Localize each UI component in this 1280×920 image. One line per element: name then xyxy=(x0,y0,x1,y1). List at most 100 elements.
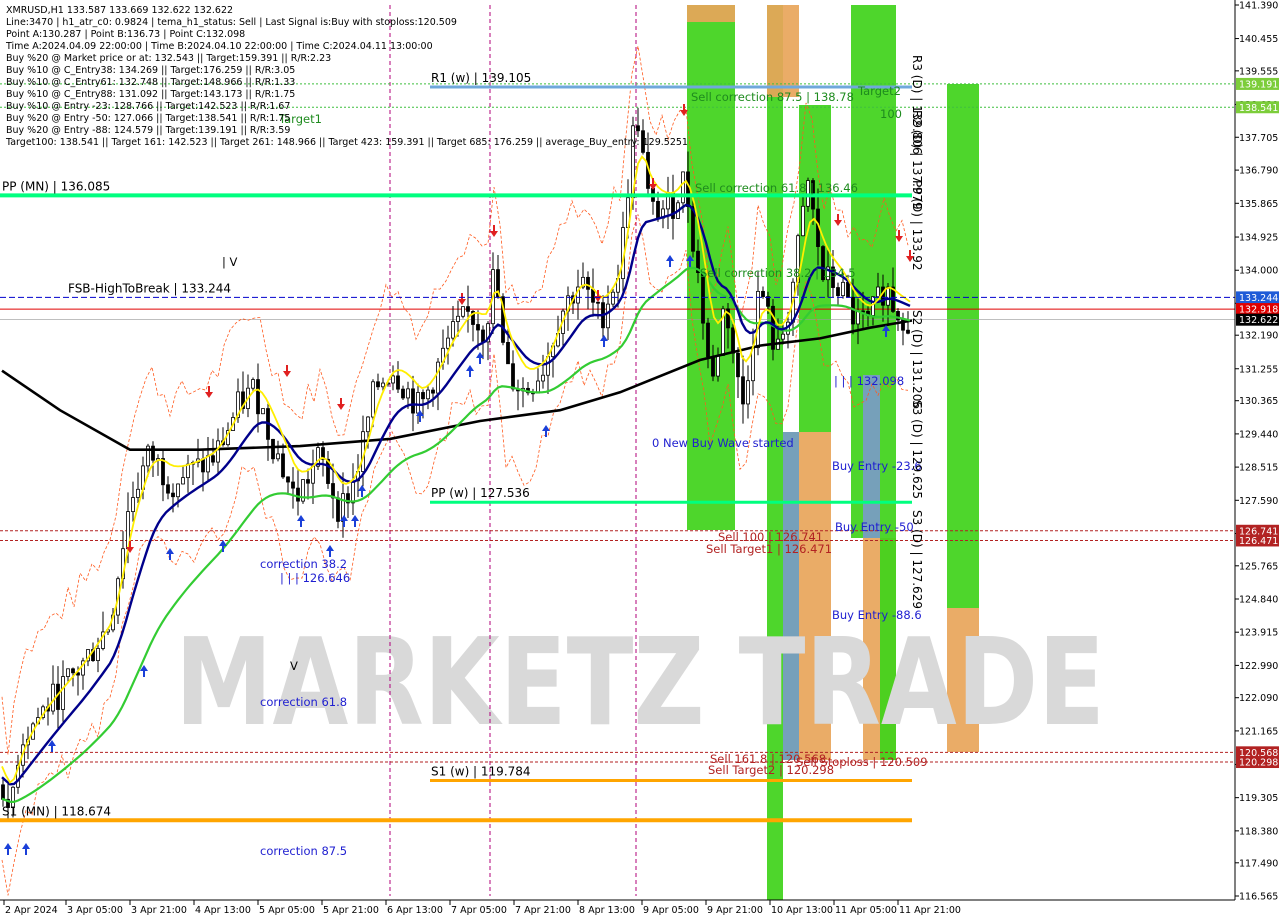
candle-body-56 xyxy=(281,453,285,478)
x-tick-label-8: 7 Apr 21:00 xyxy=(515,905,571,916)
level-label-2: FSB-HighToBreak | 133.244 xyxy=(68,281,231,295)
level-label-5: S1 (MN) | 118.674 xyxy=(2,804,111,818)
x-tick-label-3: 4 Apr 13:00 xyxy=(195,905,251,916)
candle-body-146 xyxy=(731,327,735,354)
candle-body-122 xyxy=(611,291,615,305)
time-axis: 2 Apr 2024 3 Apr 05:00 3 Apr 21:00 4 Apr 13… xyxy=(0,899,1235,916)
info-line-7: Buy %10 @ C_Entry88: 131.092 || Target:1… xyxy=(6,89,295,100)
y-tick-label-26: 117.490 xyxy=(1239,858,1278,869)
zone-1 xyxy=(687,5,735,22)
info-line-6: Buy %10 @ C_Entry61: 132.748 || Target:1… xyxy=(6,77,295,88)
candle-body-136 xyxy=(681,171,685,204)
price-tag-2: 133.244 xyxy=(1239,293,1278,304)
y-tick-label-17: 125.765 xyxy=(1239,561,1278,572)
candle-body-174 xyxy=(871,296,875,316)
y-tick-label-22: 121.165 xyxy=(1239,726,1278,737)
candle-body-177 xyxy=(886,286,890,306)
candle-body-67 xyxy=(336,497,340,522)
candle-body-70 xyxy=(351,480,355,504)
annotation-3: correction 38.2 xyxy=(260,557,347,571)
level-label-4: S1 (w) | 119.784 xyxy=(431,764,531,778)
candle-body-151 xyxy=(756,290,760,349)
x-tick-label-10: 9 Apr 05:00 xyxy=(643,905,699,916)
candle-body-117 xyxy=(586,276,590,290)
candle-body-169 xyxy=(846,281,850,298)
annotation-18: 100 xyxy=(880,107,902,121)
candle-body-148 xyxy=(741,376,745,405)
candle-body-85 xyxy=(426,389,430,400)
candle-body-108 xyxy=(541,374,545,382)
candle-body-35 xyxy=(176,483,180,498)
candle-body-73 xyxy=(366,416,370,433)
candle-body-62 xyxy=(311,465,315,484)
candle-body-142 xyxy=(711,356,715,377)
y-tick-label-20: 122.990 xyxy=(1239,661,1278,672)
annotation-5: correction 61.8 xyxy=(260,695,347,709)
candle-body-61 xyxy=(306,479,310,484)
candle-body-40 xyxy=(201,458,205,473)
candle-body-0 xyxy=(1,784,5,800)
x-tick-label-6: 6 Apr 13:00 xyxy=(387,905,443,916)
candle-body-153 xyxy=(766,296,770,307)
zone-3 xyxy=(767,5,799,97)
x-tick-label-14: 11 Apr 21:00 xyxy=(899,905,961,916)
annotation-11: | | | 132.098 xyxy=(834,374,904,388)
info-line-9: Buy %20 @ Entry -50: 127.066 || Target:1… xyxy=(6,113,290,124)
info-line-0: XMRUSD,H1 133.587 133.669 132.622 132.62… xyxy=(6,5,233,16)
candle-body-14 xyxy=(71,668,75,674)
candle-body-131 xyxy=(656,200,660,219)
candle-body-102 xyxy=(511,363,515,390)
candle-body-37 xyxy=(186,463,190,479)
candle-body-118 xyxy=(591,288,595,303)
candle-body-143 xyxy=(716,355,720,377)
candle-body-27 xyxy=(136,488,140,498)
x-tick-label-12: 10 Apr 13:00 xyxy=(771,905,833,916)
info-line-11: Target100: 138.541 || Target 161: 142.52… xyxy=(5,137,688,148)
price-tag-1: 138.541 xyxy=(1239,103,1278,114)
annotation-1: Sell correction 61.8 | 136.46 xyxy=(695,181,858,195)
y-tick-label-25: 118.380 xyxy=(1239,826,1278,837)
x-tick-label-9: 8 Apr 13:00 xyxy=(579,905,635,916)
y-tick-label-24: 119.305 xyxy=(1239,793,1278,804)
vertical-text-5: S3 (D) | 127.629 xyxy=(910,510,924,609)
candle-body-167 xyxy=(836,287,840,297)
x-tick-label-13: 11 Apr 05:00 xyxy=(835,905,897,916)
candle-body-52 xyxy=(261,408,265,415)
x-tick-label-11: 9 Apr 21:00 xyxy=(707,905,763,916)
x-tick-label-1: 3 Apr 05:00 xyxy=(67,905,123,916)
candle-body-80 xyxy=(401,388,405,399)
info-line-10: Buy %20 @ Entry -88: 124.579 || Target:1… xyxy=(6,125,290,136)
candle-body-141 xyxy=(706,322,710,357)
forex-chart[interactable]: MARKETZ TRADE R1 (w) | 139.105 PP (MN) | … xyxy=(0,0,1280,920)
candle-body-147 xyxy=(736,352,740,378)
candle-body-57 xyxy=(286,476,290,483)
y-tick-label-13: 129.440 xyxy=(1239,429,1278,440)
candle-body-32 xyxy=(161,458,165,486)
annotation-10: Buy Entry -88.6 xyxy=(832,608,922,622)
annotation-13: Sell Target1 | 126.471 xyxy=(706,542,832,556)
zone-9 xyxy=(863,375,880,538)
level-label-1: PP (MN) | 136.085 xyxy=(2,179,110,193)
y-tick-label-0: 141.390 xyxy=(1239,1,1278,12)
candle-body-13 xyxy=(66,668,70,677)
candle-body-10 xyxy=(51,683,55,712)
candle-body-149 xyxy=(746,380,750,405)
y-tick-label-4: 137.705 xyxy=(1239,133,1278,144)
x-tick-label-5: 5 Apr 21:00 xyxy=(323,905,379,916)
candle-body-12 xyxy=(61,676,65,710)
candle-body-121 xyxy=(606,303,610,329)
price-tag-6: 126.471 xyxy=(1239,536,1278,547)
candle-body-181 xyxy=(906,329,910,334)
candle-body-75 xyxy=(376,381,380,388)
y-tick-label-19: 123.915 xyxy=(1239,628,1278,639)
candle-body-30 xyxy=(151,445,155,461)
candle-body-33 xyxy=(166,484,170,494)
y-tick-label-10: 132.190 xyxy=(1239,331,1278,342)
info-line-8: Buy %10 @ Entry -23: 128.766 || Target:1… xyxy=(6,101,290,112)
watermark-text: MARKETZ TRADE xyxy=(175,614,1105,753)
candle-body-34 xyxy=(171,492,175,498)
y-tick-label-14: 128.515 xyxy=(1239,463,1278,474)
candle-body-86 xyxy=(431,389,435,394)
candle-body-19 xyxy=(96,648,100,662)
candle-body-84 xyxy=(421,392,425,400)
